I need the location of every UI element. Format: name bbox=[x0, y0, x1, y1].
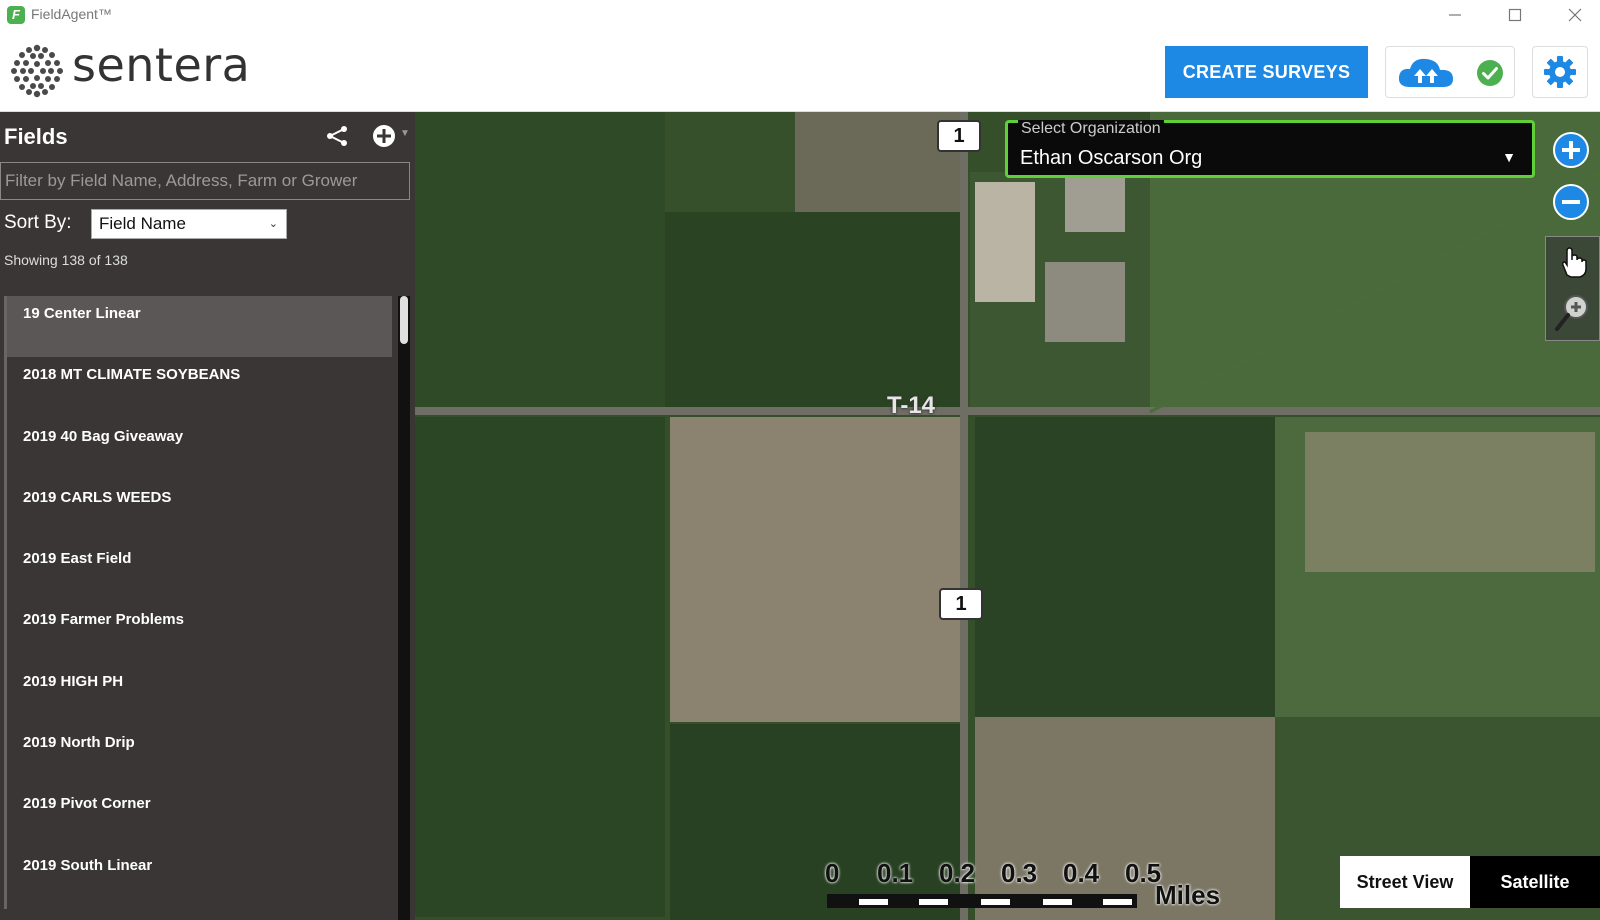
create-surveys-button[interactable]: CREATE SURVEYS bbox=[1165, 46, 1368, 98]
field-name: 2018 MT CLIMATE SOYBEANS bbox=[23, 366, 241, 384]
sort-label: Sort By: bbox=[4, 212, 72, 233]
list-item[interactable]: 2019 40 Bag Giveaway bbox=[4, 418, 392, 480]
window-titlebar: F FieldAgent™ bbox=[0, 0, 1600, 30]
zoom-in-icon bbox=[1562, 141, 1580, 159]
list-item[interactable]: 2019 HIGH PH bbox=[4, 663, 392, 726]
chevron-down-icon: ⌄ bbox=[268, 218, 278, 230]
scale-tick: 0.3 bbox=[1001, 858, 1038, 888]
satellite-button[interactable]: Satellite bbox=[1470, 856, 1600, 908]
scale-segment bbox=[859, 899, 888, 905]
close-icon bbox=[1568, 8, 1582, 22]
map-imagery bbox=[415, 112, 1600, 920]
add-menu-caret-icon[interactable]: ▼ bbox=[400, 128, 410, 139]
maximize-icon bbox=[1508, 8, 1522, 22]
scale-segment bbox=[1103, 899, 1132, 905]
organization-select[interactable]: Select Organization Ethan Oscarson Org ▼ bbox=[1005, 120, 1535, 178]
sort-select[interactable]: Field Name ⌄ bbox=[91, 209, 287, 239]
app-header: sentera CREATE SURVEYS bbox=[0, 30, 1600, 112]
list-item[interactable]: 2019 Pivot Corner bbox=[4, 786, 392, 848]
scale-segment bbox=[981, 899, 1010, 905]
chevron-down-icon: ▼ bbox=[1502, 149, 1516, 165]
field-name: 19 Center Linear bbox=[23, 305, 141, 322]
field-name: 2019 North Drip bbox=[23, 734, 135, 752]
field-name: 2019 CARLS WEEDS bbox=[23, 488, 172, 506]
scale-tick: 0.1 bbox=[877, 858, 914, 888]
field-name: 2019 Pivot Corner bbox=[23, 795, 151, 813]
list-item[interactable]: 2019 East Field bbox=[4, 541, 392, 603]
zoom-out-icon bbox=[1562, 200, 1580, 204]
logo-mark bbox=[11, 44, 63, 98]
list-item[interactable]: 2019 South Linear bbox=[4, 847, 392, 909]
road-label: T-14 bbox=[887, 392, 936, 419]
sort-select-value: Field Name bbox=[99, 214, 186, 233]
org-select-label: Select Organization bbox=[1018, 120, 1164, 138]
settings-button[interactable] bbox=[1532, 46, 1588, 98]
list-item[interactable]: 2019 Farmer Problems bbox=[4, 602, 392, 664]
zoom-in-button[interactable] bbox=[1553, 132, 1589, 168]
fields-sidebar: Fields ▼ Sort By: Field Name ⌄ Showing 1… bbox=[0, 112, 415, 920]
route-sign: 1 bbox=[937, 120, 981, 152]
scrollbar-track[interactable] bbox=[398, 296, 410, 920]
pan-hand-icon[interactable] bbox=[1558, 245, 1588, 279]
list-item[interactable]: 2019 North Drip bbox=[4, 725, 392, 787]
street-view-button[interactable]: Street View bbox=[1340, 856, 1470, 908]
close-button[interactable] bbox=[1550, 0, 1600, 30]
window-title: FieldAgent™ bbox=[31, 6, 112, 22]
map-tools bbox=[1545, 236, 1600, 341]
minimize-button[interactable] bbox=[1430, 0, 1480, 30]
field-name: 2019 South Linear bbox=[23, 856, 153, 874]
app-icon: F bbox=[7, 6, 25, 24]
add-circle-icon[interactable] bbox=[372, 124, 396, 148]
gear-icon bbox=[1544, 56, 1576, 88]
list-item[interactable]: 2019 CARLS WEEDS bbox=[4, 479, 392, 542]
field-name: 2019 Farmer Problems bbox=[23, 611, 184, 629]
filter-input[interactable] bbox=[0, 162, 410, 200]
zoom-out-button[interactable] bbox=[1553, 184, 1589, 220]
scale-segment bbox=[1043, 899, 1072, 905]
cloud-upload-icon bbox=[1398, 58, 1453, 87]
field-name: 2019 HIGH PH bbox=[23, 672, 124, 690]
logo-wordmark: sentera bbox=[72, 38, 251, 92]
minimize-icon bbox=[1449, 14, 1461, 16]
check-circle-icon bbox=[1477, 60, 1503, 86]
scale-unit: Miles bbox=[1155, 880, 1221, 910]
satellite-map[interactable]: 1 1 T-14 Select Organization Ethan Oscar… bbox=[415, 112, 1600, 920]
list-item[interactable]: 19 Center Linear bbox=[4, 296, 392, 358]
results-count: Showing 138 of 138 bbox=[4, 252, 128, 268]
scale-tick: 0.2 bbox=[939, 858, 976, 888]
share-icon[interactable] bbox=[325, 124, 349, 148]
org-select-value: Ethan Oscarson Org bbox=[1020, 147, 1203, 169]
scrollbar-thumb[interactable] bbox=[400, 296, 408, 344]
scale-tick: 0 bbox=[825, 858, 840, 888]
zoom-tool-icon[interactable] bbox=[1554, 293, 1590, 333]
map-scale: 0 0.1 0.2 0.3 0.4 0.5 Miles bbox=[825, 852, 1245, 920]
list-item[interactable]: 2018 MT CLIMATE SOYBEANS bbox=[4, 357, 392, 419]
sidebar-title: Fields bbox=[4, 124, 68, 149]
field-name: 2019 40 Bag Giveaway bbox=[23, 427, 184, 445]
scale-bar bbox=[827, 894, 1137, 908]
field-list: 19 Center Linear 2018 MT CLIMATE SOYBEAN… bbox=[4, 296, 392, 909]
maximize-button[interactable] bbox=[1490, 0, 1540, 30]
sync-status[interactable] bbox=[1385, 46, 1515, 98]
route-sign: 1 bbox=[939, 588, 983, 620]
field-name: 2019 East Field bbox=[23, 550, 132, 568]
scale-segment bbox=[919, 899, 948, 905]
scale-tick: 0.4 bbox=[1063, 858, 1100, 888]
